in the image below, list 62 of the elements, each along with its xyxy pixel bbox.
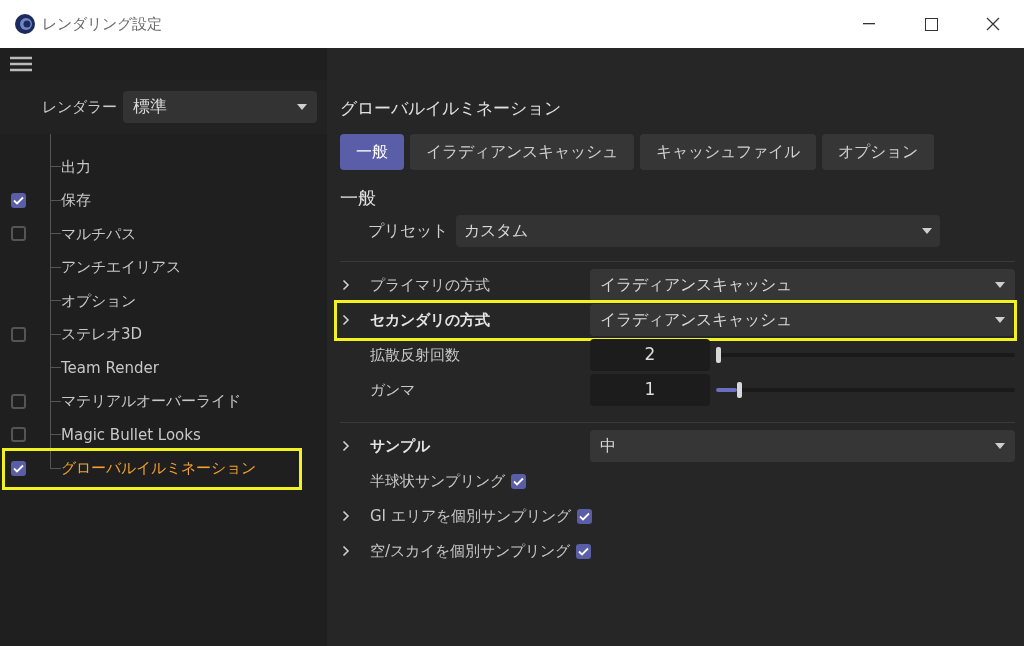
checkbox[interactable] xyxy=(10,326,26,342)
caret-icon xyxy=(297,104,307,110)
chevron-icon[interactable] xyxy=(342,545,350,557)
preset-dropdown[interactable]: カスタム xyxy=(456,214,940,247)
caret-icon xyxy=(922,227,932,234)
setting-label: 拡散反射回数 xyxy=(370,344,461,366)
tab[interactable]: イラディアンスキャッシュ xyxy=(410,133,634,170)
value-dropdown[interactable]: イラディアンスキャッシュ xyxy=(590,304,1015,336)
setting-label: セカンダリの方式 xyxy=(370,309,491,331)
caret-icon xyxy=(995,282,1005,288)
section-heading: 一般 xyxy=(340,185,377,210)
caret-icon xyxy=(995,443,1005,449)
sidebar-item[interactable]: マルチパス xyxy=(61,222,136,245)
slider-handle[interactable] xyxy=(736,382,742,398)
tab[interactable]: 一般 xyxy=(340,133,404,170)
maximize-icon xyxy=(924,17,938,31)
sidebar-item[interactable]: マテリアルオーバーライド xyxy=(61,390,241,413)
setting-label: ガンマ xyxy=(370,379,416,401)
menu-icon[interactable] xyxy=(10,56,32,72)
value-dropdown[interactable]: 中 xyxy=(590,430,1015,462)
slider-handle[interactable] xyxy=(716,347,721,363)
slider[interactable] xyxy=(716,382,1015,398)
checkbox[interactable] xyxy=(10,192,26,208)
setting-label: 空/スカイを個別サンプリング xyxy=(370,540,571,562)
slider[interactable] xyxy=(716,347,1015,363)
sidebar-item[interactable]: オプション xyxy=(61,289,136,312)
value-dropdown[interactable]: イラディアンスキャッシュ xyxy=(590,269,1015,301)
chevron-icon[interactable] xyxy=(342,314,350,326)
window-title: レンダリング設定 xyxy=(42,13,162,35)
tab[interactable]: キャッシュファイル xyxy=(640,133,816,170)
number-field[interactable]: 1 xyxy=(590,374,710,406)
chevron-icon[interactable] xyxy=(342,510,350,522)
panel-title: グローバルイルミネーション xyxy=(340,97,562,120)
checkbox[interactable] xyxy=(10,393,26,409)
checkbox[interactable] xyxy=(576,543,592,559)
minimize-icon xyxy=(863,23,875,25)
tab[interactable]: オプション xyxy=(822,133,934,170)
sidebar-item[interactable]: 出力 xyxy=(61,155,91,178)
sidebar-item[interactable]: Team Render xyxy=(61,356,159,379)
checkbox[interactable] xyxy=(10,460,26,476)
renderer-label: レンダラー xyxy=(42,96,117,118)
caret-icon xyxy=(995,317,1005,323)
sidebar-item[interactable]: ステレオ3D xyxy=(61,323,143,346)
setting-label: サンプル xyxy=(370,435,431,457)
sidebar-item[interactable]: グローバルイルミネーション xyxy=(61,457,256,480)
setting-label: 半球状サンプリング xyxy=(370,470,505,492)
sidebar-item[interactable]: アンチエイリアス xyxy=(61,256,181,279)
setting-label: プライマリの方式 xyxy=(370,274,491,296)
preset-label: プリセット xyxy=(368,219,448,242)
app-logo-icon xyxy=(14,13,36,35)
chevron-icon[interactable] xyxy=(342,279,350,291)
renderer-dropdown[interactable]: 標準 xyxy=(123,91,317,123)
checkbox[interactable] xyxy=(10,427,26,443)
checkbox[interactable] xyxy=(10,226,26,242)
number-field[interactable]: 2 xyxy=(590,339,710,371)
checkbox[interactable] xyxy=(576,508,592,524)
close-icon xyxy=(986,17,1000,31)
chevron-icon[interactable] xyxy=(342,440,350,452)
checkbox[interactable] xyxy=(511,473,526,489)
sidebar-item[interactable]: Magic Bullet Looks xyxy=(61,423,201,446)
setting-label: GI エリアを個別サンプリング xyxy=(370,505,571,527)
sidebar-item[interactable]: 保存 xyxy=(61,189,91,212)
